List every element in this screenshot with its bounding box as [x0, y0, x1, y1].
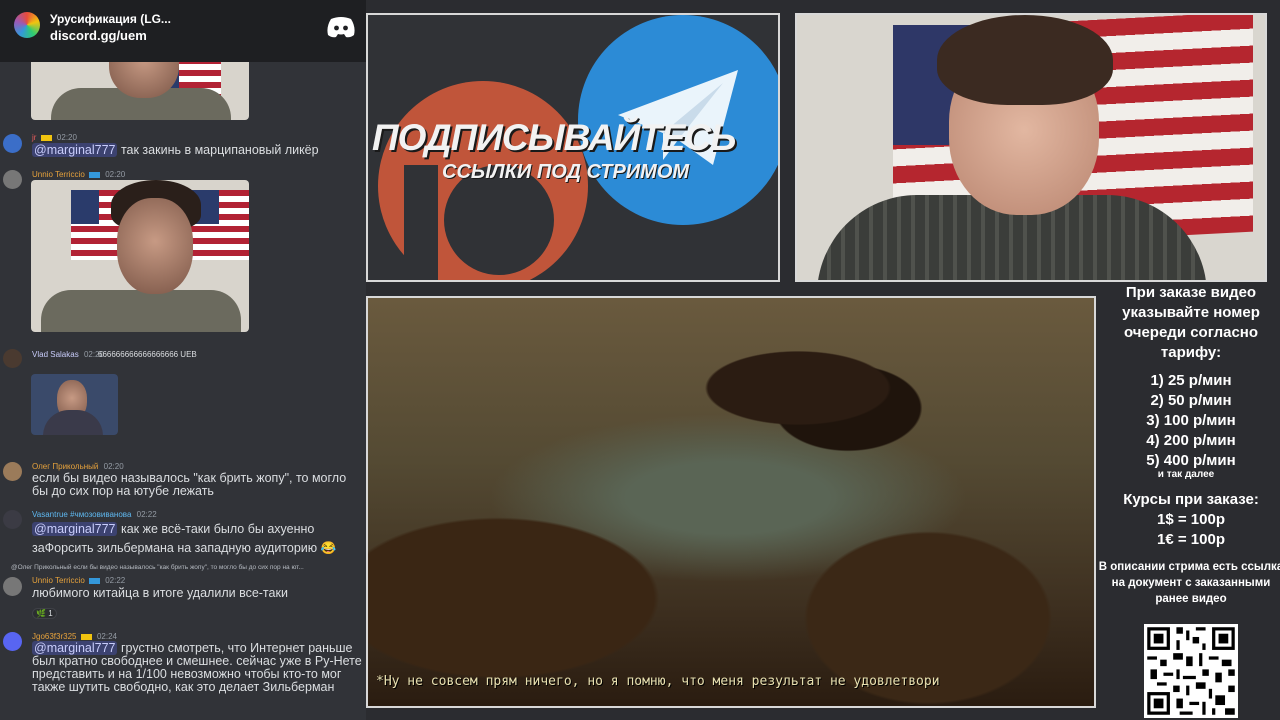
user-mention[interactable]: @marginal777 [32, 522, 118, 536]
username[interactable]: Олег Прикольный [32, 462, 98, 471]
tariff-item: 4) 200 р/мин [1146, 432, 1236, 449]
chat-image-attachment[interactable] [31, 374, 118, 435]
video-player[interactable]: *Ну не совсем прям ничего, но я помню, ч… [366, 296, 1096, 708]
tariff-list: 1) 25 р/мин 2) 50 р/мин 3) 100 р/мин 4) … [1096, 371, 1280, 471]
avatar[interactable] [3, 577, 22, 596]
badge-icon [89, 171, 100, 178]
message-text: так закинь в марципановый ликёр [117, 143, 319, 157]
user-mention[interactable]: @marginal777 [32, 641, 118, 655]
username[interactable]: Unnio Terriccio [32, 170, 85, 179]
reaction-emoji-icon: 🌿 [36, 609, 46, 618]
badge-icon [80, 633, 92, 640]
username[interactable]: Vasantrue #чмозовиванова [32, 510, 131, 519]
timestamp: 02:22 [136, 510, 157, 519]
server-icon [14, 12, 40, 38]
avatar[interactable] [3, 134, 22, 153]
chat-overlay: jr 02:20 @marginal777 так закинь в марци… [0, 0, 366, 720]
avatar[interactable] [3, 170, 22, 189]
username[interactable]: jr [32, 133, 36, 142]
message-text: любимого китайца в итоге удалили все-так… [32, 586, 288, 600]
avatar[interactable] [3, 632, 22, 651]
description-note: В описании стрима есть ссылка на докумен… [1098, 561, 1280, 605]
tariff-etc: и так далее [1157, 469, 1215, 480]
server-invite-link[interactable]: discord.gg/uem [50, 28, 147, 43]
server-name: Урусификация (LG... [50, 12, 171, 26]
tariff-item: 3) 100 р/мин [1146, 412, 1236, 429]
qr-code[interactable] [1144, 624, 1238, 718]
promo-subtitle: ССЫЛКИ ПОД СТРИМОМ [442, 161, 690, 183]
timestamp: 02:20 [56, 133, 77, 142]
username[interactable]: Jgo63f3r325 [32, 632, 76, 641]
message-text: если бы видео называлось "как брить жопу… [32, 471, 347, 498]
reaction-count: 1 [48, 609, 53, 618]
order-instructions: При заказе видео указывайте номер очеред… [1122, 284, 1260, 361]
chat-image-attachment[interactable] [31, 58, 249, 120]
reply-preview[interactable]: @Олег Прикольный если бы видео называлос… [11, 564, 366, 571]
badge-icon [40, 134, 52, 141]
avatar[interactable] [3, 462, 22, 481]
tariff-item: 2) 50 р/мин [1150, 392, 1232, 409]
tariff-item: 5) 400 р/мин [1146, 452, 1236, 469]
avatar[interactable] [3, 349, 22, 368]
promo-title: ПОДПИСЫВАЙТЕСЬ [372, 117, 736, 158]
timestamp: 02:20 [103, 462, 124, 471]
username[interactable]: Vlad Salakas [32, 350, 79, 359]
video-subtitle: *Ну не совсем прям ничего, но я помню, ч… [376, 674, 940, 689]
avatar[interactable] [3, 510, 22, 529]
discord-logo-icon [327, 17, 355, 38]
timestamp: 02:24 [96, 632, 117, 641]
webcam-feed [795, 13, 1267, 282]
chat-image-attachment[interactable] [31, 180, 249, 332]
tariff-item: 1) 25 р/мин [1150, 372, 1232, 389]
exchange-rates: Курсы при заказе: 1$ = 100р 1€ = 100р [1096, 490, 1280, 550]
rate-item: 1€ = 100р [1157, 531, 1225, 548]
username[interactable]: Unnio Terriccio [32, 576, 85, 585]
video-frame [368, 298, 1094, 706]
user-mention[interactable]: @marginal777 [32, 143, 118, 157]
rate-item: 1$ = 100р [1157, 511, 1225, 528]
discord-server-widget[interactable]: Урусификация (LG... discord.gg/uem [0, 0, 366, 62]
message-text: 666666666666666666 UEB [98, 350, 197, 359]
timestamp: 02:22 [105, 576, 126, 585]
badge-icon [89, 577, 100, 584]
timestamp: 02:20 [105, 170, 126, 179]
reaction[interactable]: 🌿 1 [32, 608, 57, 619]
courses-title: Курсы при заказе: [1123, 491, 1259, 508]
promo-banner: ПОДПИСЫВАЙТЕСЬ ССЫЛКИ ПОД СТРИМОМ [366, 13, 780, 282]
